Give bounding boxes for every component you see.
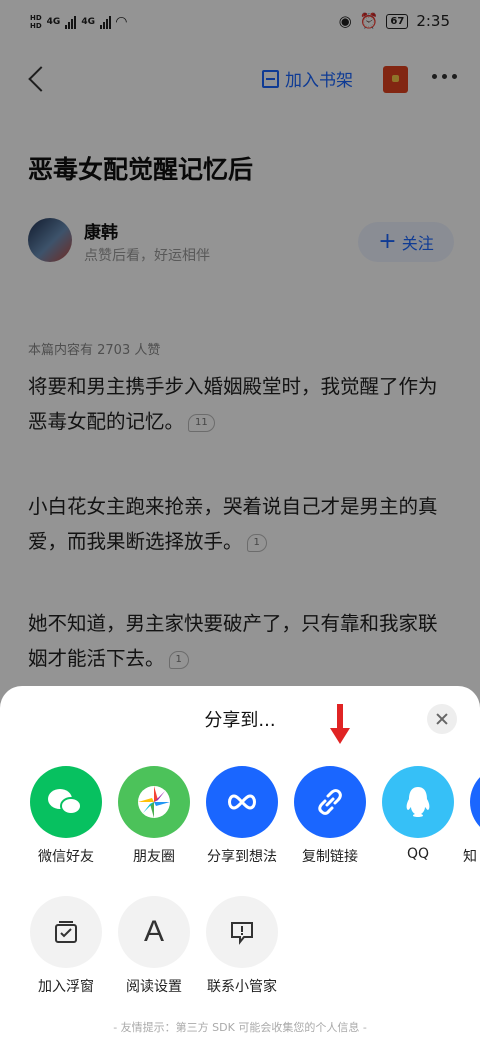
zhihu-icon xyxy=(470,766,480,838)
share-targets-row: 微信好友 朋友圈 分享到想法 复制链接 QQ 知 xyxy=(0,766,480,876)
close-button[interactable] xyxy=(427,704,457,734)
link-icon xyxy=(294,766,366,838)
tool-label: 联系小管家 xyxy=(207,979,277,995)
qq-icon xyxy=(382,766,454,838)
wechat-icon xyxy=(30,766,102,838)
tools-row: 加入浮窗 A 阅读设置 联系小管家 xyxy=(0,896,480,1016)
add-floating-window-button[interactable]: 加入浮窗 xyxy=(22,896,110,1006)
privacy-notice: - 友情提示：第三方 SDK 可能会收集您的个人信息 - xyxy=(113,1021,367,1034)
share-copy-link[interactable]: 复制链接 xyxy=(286,766,372,876)
font-size-icon: A xyxy=(118,896,190,968)
infinity-icon xyxy=(206,766,278,838)
share-zhihu[interactable]: 知 xyxy=(462,766,480,876)
contact-assistant-button[interactable]: 联系小管家 xyxy=(198,896,286,1006)
red-arrow-icon xyxy=(330,704,350,746)
share-moments[interactable]: 朋友圈 xyxy=(110,766,196,876)
feedback-icon xyxy=(206,896,278,968)
floating-window-icon xyxy=(30,896,102,968)
share-sheet-title: 分享到... xyxy=(204,710,276,731)
share-sheet: 分享到... 微信好友 朋友圈 分享到想法 复制链接 QQ 知 加入浮窗 A 阅… xyxy=(0,686,480,1061)
share-label: 知 xyxy=(463,849,477,865)
article-page: HD HD 4G 4G ◠ ◉ ⏰ 67 2:35 加入书架 恶毒女配觉醒记忆后… xyxy=(0,0,480,1061)
share-to-thoughts[interactable]: 分享到想法 xyxy=(198,766,284,876)
reading-settings-button[interactable]: A 阅读设置 xyxy=(110,896,198,1006)
moments-icon xyxy=(118,766,190,838)
share-wechat-friend[interactable]: 微信好友 xyxy=(22,766,108,876)
